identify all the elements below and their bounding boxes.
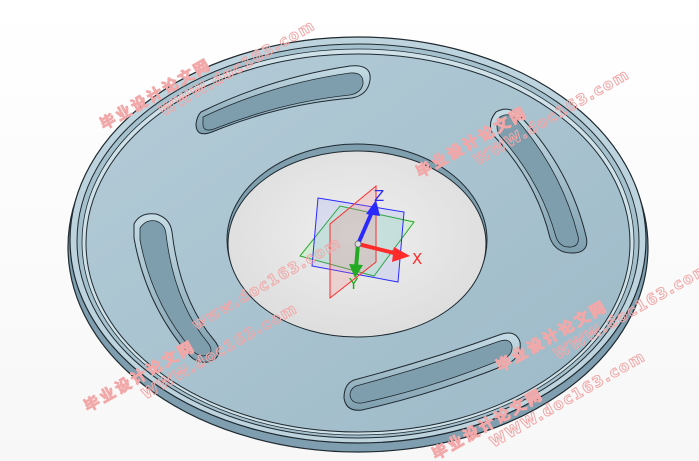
triad-origin xyxy=(354,240,362,248)
model-canvas: X Y Z 毕业设计论文网 WWW.doc163.com 毕业设计论文网 WWW… xyxy=(67,16,699,461)
x-axis-label: X xyxy=(412,250,422,268)
y-axis-line xyxy=(354,243,360,269)
y-axis-label: Y xyxy=(348,275,359,293)
3d-viewport[interactable]: X Y Z 毕业设计论文网 WWW.doc163.com 毕业设计论文网 WWW… xyxy=(0,0,699,461)
z-axis-label: Z xyxy=(374,187,384,205)
